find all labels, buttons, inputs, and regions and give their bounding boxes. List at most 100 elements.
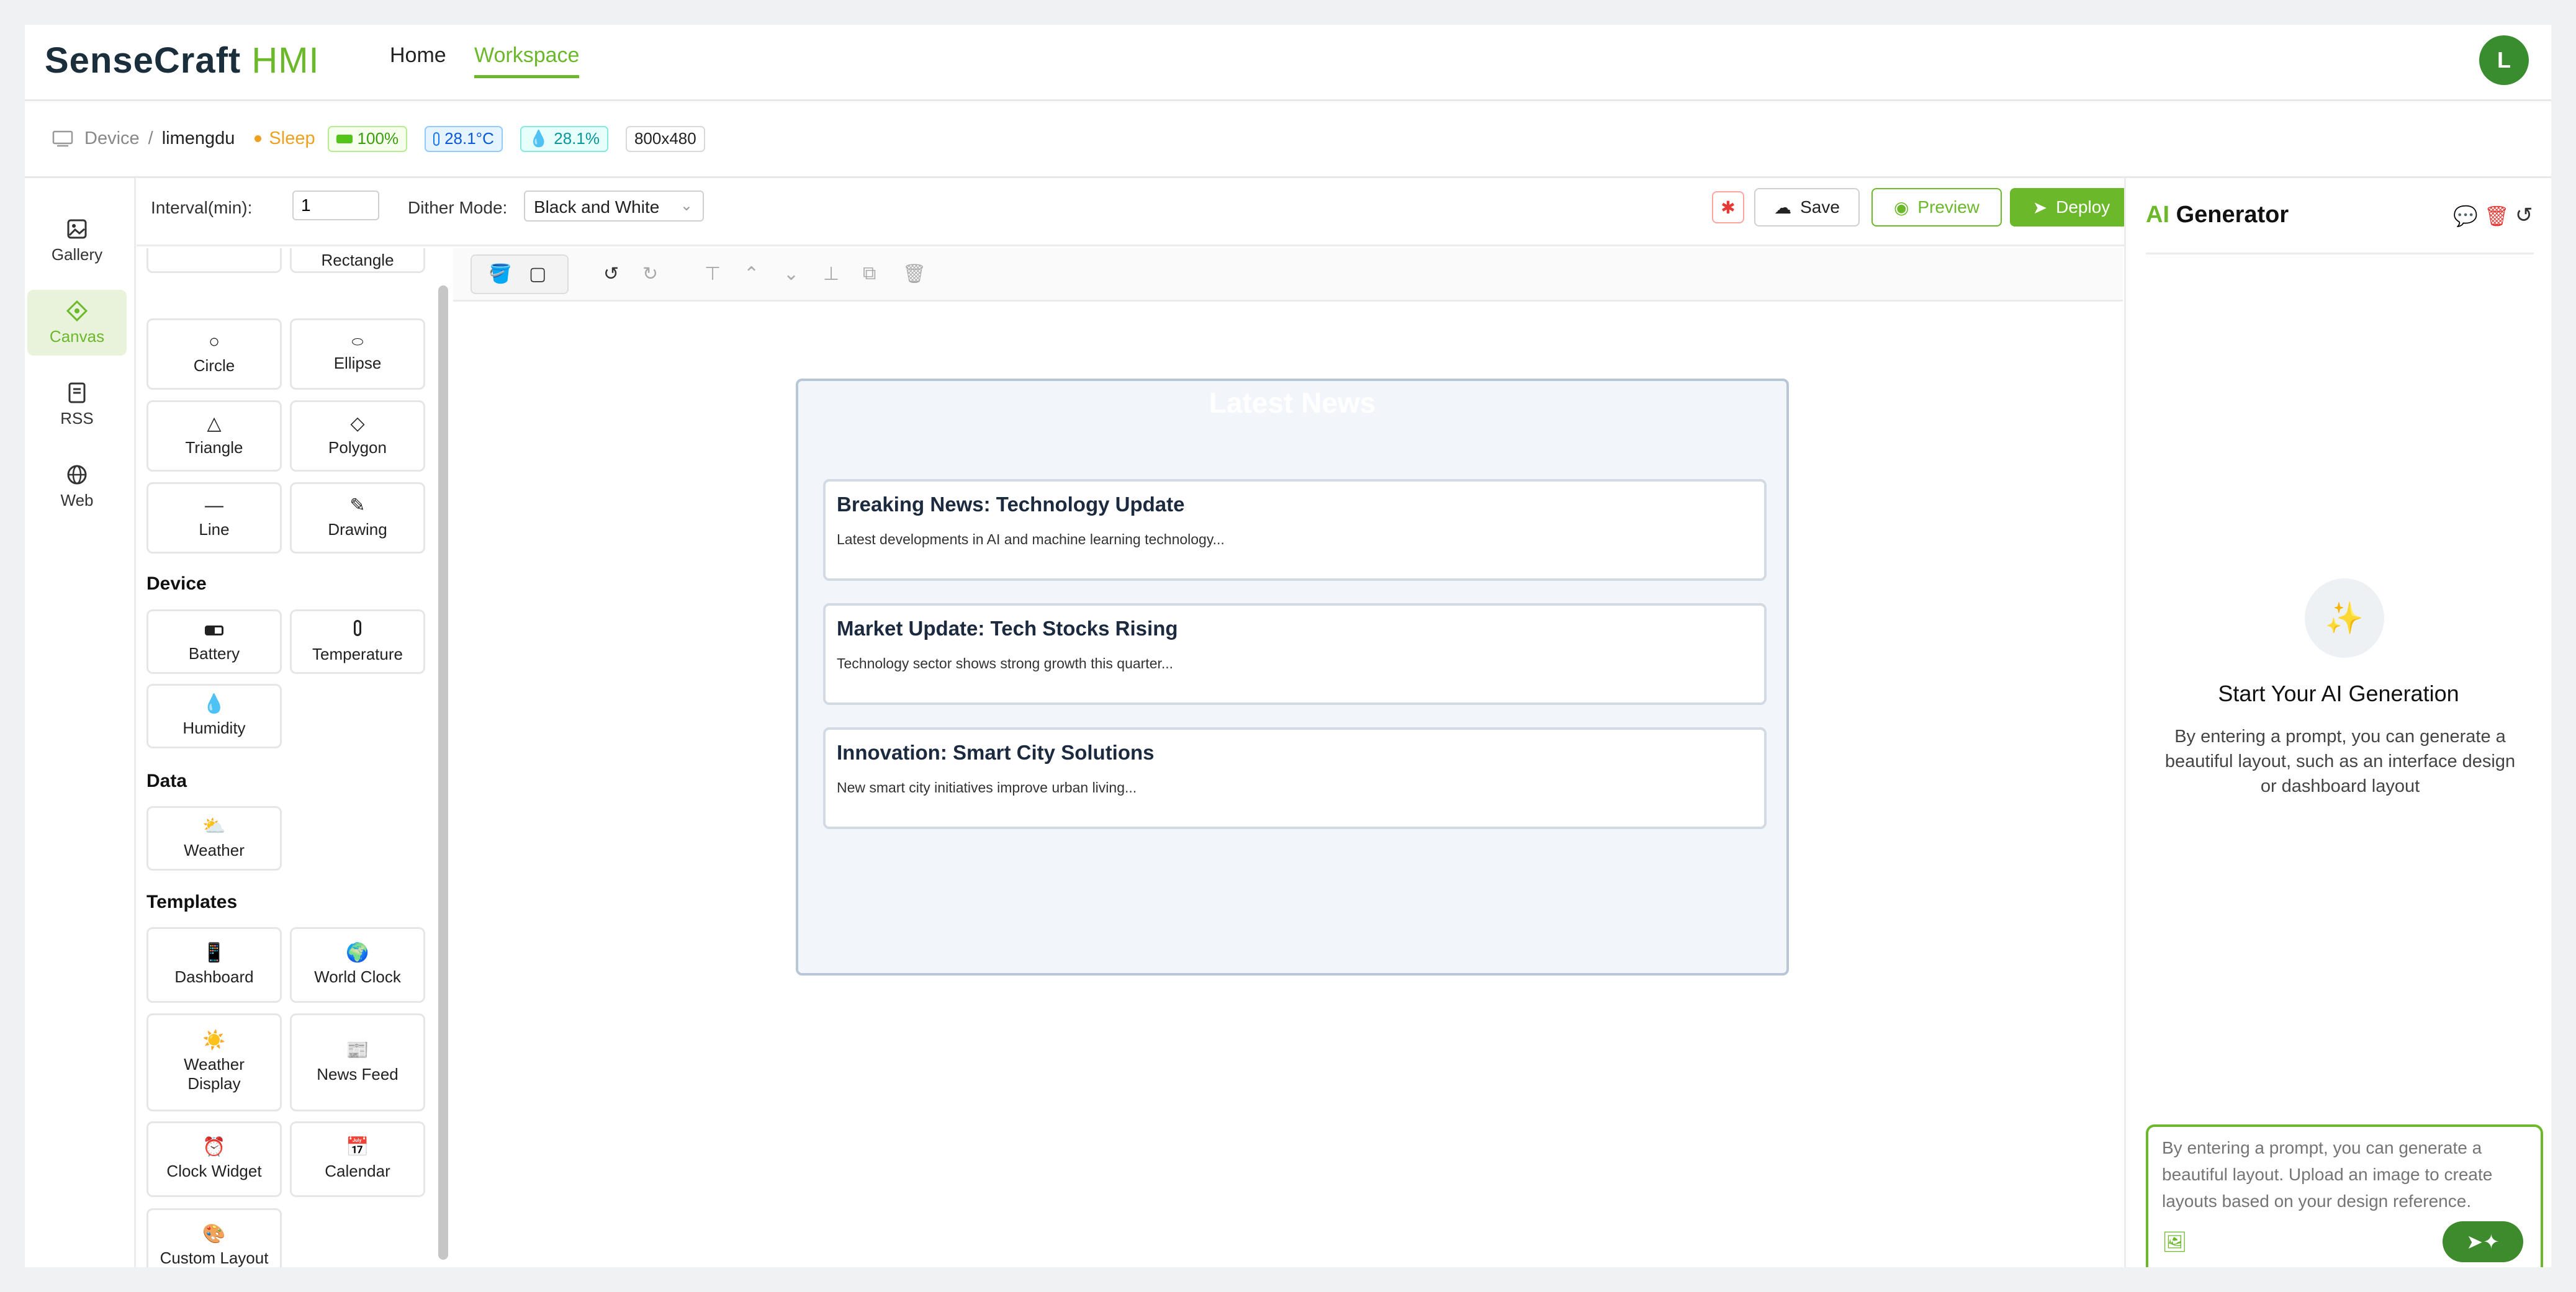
sun-icon: ☀️ bbox=[202, 1030, 226, 1051]
rail-item-web[interactable]: Web bbox=[27, 454, 127, 519]
dither-mode-label: Dither Mode: bbox=[408, 198, 508, 217]
news-card[interactable]: Breaking News: Technology Update Latest … bbox=[823, 479, 1767, 581]
user-avatar[interactable]: L bbox=[2479, 35, 2529, 85]
circle-icon: ○ bbox=[208, 331, 220, 352]
news-card[interactable]: Innovation: Smart City Solutions New sma… bbox=[823, 727, 1767, 829]
tool-label-temperature: Temperature bbox=[312, 644, 403, 663]
section-templates: Templates bbox=[146, 892, 238, 912]
tool-temperature[interactable]: Temperature bbox=[290, 609, 425, 674]
toolbox-scrollbar[interactable] bbox=[438, 285, 448, 1260]
tool-battery[interactable]: Battery bbox=[146, 609, 282, 674]
app-logo[interactable]: SenseCraft HMI bbox=[45, 40, 320, 81]
tool-polygon[interactable]: ◇ Polygon bbox=[290, 400, 425, 472]
rss-icon bbox=[68, 382, 86, 403]
tool-line[interactable]: — Line bbox=[146, 482, 282, 554]
tool-blank-partial[interactable] bbox=[146, 248, 282, 273]
line-icon: — bbox=[205, 495, 223, 516]
template-label-custom-layout: Custom Layout bbox=[160, 1248, 269, 1267]
tool-label-rectangle: Rectangle bbox=[321, 251, 394, 269]
tool-weather[interactable]: ⛅ Weather bbox=[146, 806, 282, 871]
send-sparkle-icon: ➤✦ bbox=[2466, 1231, 2500, 1253]
align-top-icon[interactable]: ⊤ bbox=[705, 263, 721, 285]
bug-icon: ✱ bbox=[1721, 197, 1736, 217]
section-data: Data bbox=[146, 771, 187, 791]
dashboard-icon: 📱 bbox=[202, 942, 226, 963]
image-icon bbox=[67, 219, 87, 238]
nav-workspace[interactable]: Workspace bbox=[474, 43, 580, 78]
canvas-toolbar: 🪣 ▢ ↺ ↻ ⊤ ⌃ ⌄ ⊥ ⧉ 🗑 bbox=[453, 248, 2123, 302]
settings-bar: Interval(min): Dither Mode: Black and Wh… bbox=[137, 178, 2133, 246]
tool-rectangle[interactable]: Rectangle bbox=[290, 248, 425, 273]
device-icon bbox=[52, 130, 73, 148]
history-icon[interactable]: ↺ bbox=[2515, 203, 2533, 228]
tool-triangle[interactable]: △ Triangle bbox=[146, 400, 282, 472]
breadcrumb-device-name[interactable]: limengdu bbox=[162, 128, 235, 149]
rail-item-canvas[interactable]: Canvas bbox=[27, 290, 127, 356]
template-calendar[interactable]: 📅 Calendar bbox=[290, 1121, 425, 1197]
interval-input[interactable] bbox=[292, 191, 379, 220]
deploy-button[interactable]: ➤ Deploy bbox=[2010, 188, 2133, 227]
device-bar: Device / limengdu Sleep 100% 28.1°C 💧 28… bbox=[25, 101, 2551, 178]
ellipse-icon: ⬭ bbox=[351, 334, 364, 349]
tool-circle[interactable]: ○ Circle bbox=[146, 318, 282, 390]
template-clock-widget[interactable]: ⏰ Clock Widget bbox=[146, 1121, 282, 1197]
rail-item-gallery[interactable]: Gallery bbox=[27, 208, 127, 274]
dither-mode-select[interactable]: Black and White ⌄ bbox=[524, 191, 704, 222]
tool-drawing[interactable]: ✎ Drawing bbox=[290, 482, 425, 554]
news-card[interactable]: Market Update: Tech Stocks Rising Techno… bbox=[823, 603, 1767, 705]
humidity-value: 28.1% bbox=[554, 129, 600, 148]
calendar-icon: 📅 bbox=[346, 1136, 369, 1157]
tool-label-triangle: Triangle bbox=[185, 438, 243, 457]
weather-icon: ⛅ bbox=[202, 815, 226, 837]
tool-label-humidity: Humidity bbox=[182, 718, 246, 737]
top-bar: SenseCraft HMI Home Workspace L bbox=[25, 25, 2551, 101]
rail-item-rss[interactable]: RSS bbox=[27, 372, 127, 437]
globe-icon: 🌍 bbox=[346, 942, 369, 963]
save-button[interactable]: ☁ Save bbox=[1754, 188, 1860, 227]
magic-wand-icon: ✨ bbox=[2305, 578, 2384, 658]
template-custom-layout[interactable]: 🎨 Custom Layout bbox=[146, 1208, 282, 1267]
nav-home[interactable]: Home bbox=[390, 43, 446, 68]
news-description: New smart city initiatives improve urban… bbox=[837, 779, 1137, 796]
redo-icon[interactable]: ↻ bbox=[642, 263, 658, 285]
tool-humidity[interactable]: 💧 Humidity bbox=[146, 684, 282, 748]
move-up-icon[interactable]: ⌃ bbox=[744, 263, 759, 285]
news-canvas[interactable]: Latest News Breaking News: Technology Up… bbox=[796, 379, 1789, 976]
deploy-label: Deploy bbox=[2056, 197, 2110, 217]
tool-label-weather: Weather bbox=[184, 840, 245, 859]
tool-ellipse[interactable]: ⬭ Ellipse bbox=[290, 318, 425, 390]
undo-icon[interactable]: ↺ bbox=[603, 263, 619, 285]
template-label-calendar: Calendar bbox=[325, 1161, 390, 1180]
template-world-clock[interactable]: 🌍 World Clock bbox=[290, 927, 425, 1003]
send-icon: ➤ bbox=[2032, 197, 2048, 217]
prompt-input[interactable] bbox=[2162, 1134, 2528, 1221]
paint-bucket-icon[interactable]: 🪣 bbox=[489, 263, 511, 285]
pencil-icon: ✎ bbox=[349, 495, 366, 516]
preview-button[interactable]: ◉ Preview bbox=[1871, 188, 2002, 227]
breadcrumb-device[interactable]: Device bbox=[84, 128, 140, 149]
generate-button[interactable]: ➤✦ bbox=[2443, 1221, 2523, 1262]
cloud-upload-icon: ☁ bbox=[1774, 197, 1792, 217]
trash-icon[interactable]: 🗑 bbox=[2484, 204, 2510, 228]
temperature-badge: 28.1°C bbox=[425, 125, 503, 152]
temperature-value: 28.1°C bbox=[444, 129, 494, 148]
template-label-weather-display: Weather Display bbox=[184, 1055, 245, 1093]
image-upload-icon[interactable]: 🖼 bbox=[2162, 1230, 2187, 1254]
battery-badge: 100% bbox=[327, 125, 408, 152]
stroke-box-icon[interactable]: ▢ bbox=[529, 263, 546, 285]
ai-panel-title: AI Generator bbox=[2146, 202, 2289, 228]
template-weather-display[interactable]: ☀️ Weather Display bbox=[146, 1013, 282, 1111]
debug-button[interactable]: ✱ bbox=[1712, 191, 1744, 223]
delete-icon[interactable]: 🗑 bbox=[903, 263, 926, 285]
tool-label-circle: Circle bbox=[193, 356, 235, 375]
move-down-icon[interactable]: ⌄ bbox=[783, 263, 799, 285]
copy-icon[interactable]: ⧉ bbox=[863, 263, 876, 284]
template-dashboard[interactable]: 📱 Dashboard bbox=[146, 927, 282, 1003]
header-divider bbox=[2146, 253, 2534, 254]
rail-label-canvas: Canvas bbox=[49, 326, 105, 346]
move-bottom-icon[interactable]: ⊥ bbox=[823, 263, 839, 285]
canvas-icon bbox=[66, 300, 88, 321]
ai-title-ai: AI bbox=[2146, 202, 2169, 228]
new-chat-icon[interactable]: 💬 bbox=[2453, 204, 2478, 228]
template-news-feed[interactable]: 📰 News Feed bbox=[290, 1013, 425, 1111]
